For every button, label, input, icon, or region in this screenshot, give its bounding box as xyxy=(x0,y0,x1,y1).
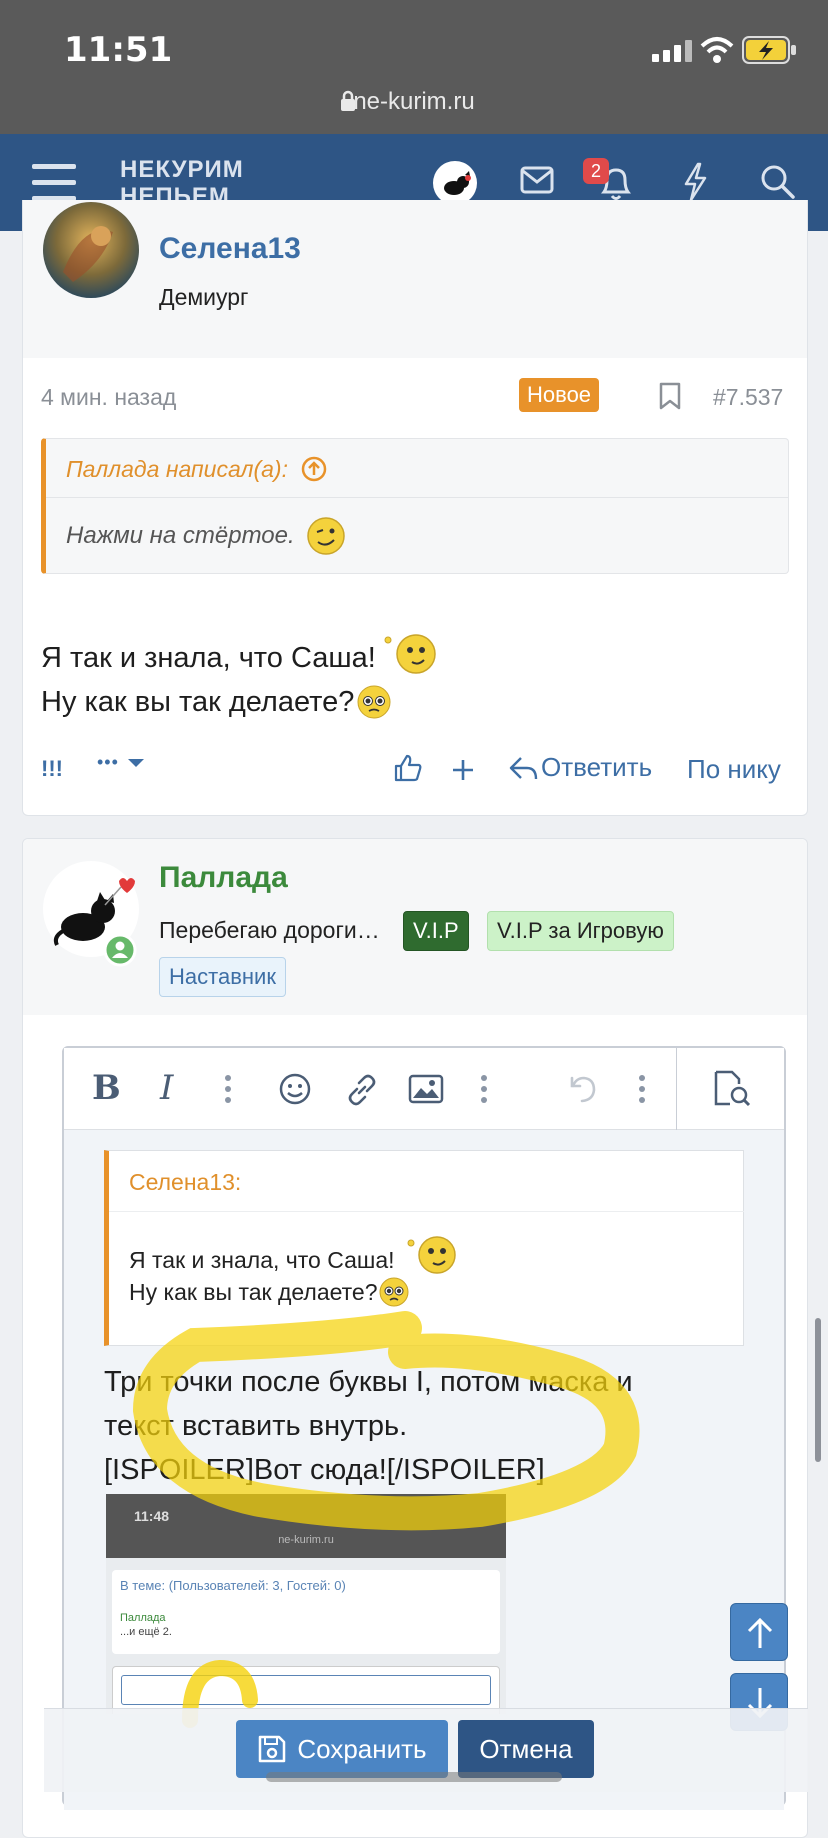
save-label: Сохранить xyxy=(297,1734,427,1764)
arrow-up-icon xyxy=(747,1617,773,1648)
scroll-up-button[interactable] xyxy=(730,1603,788,1661)
page-scrollbar[interactable] xyxy=(815,1318,821,1462)
highlight-annotation xyxy=(132,1311,640,1728)
home-indicator[interactable] xyxy=(266,1772,562,1782)
save-button[interactable]: Сохранить xyxy=(236,1720,448,1778)
save-icon xyxy=(259,1735,286,1763)
cancel-button[interactable]: Отмена xyxy=(458,1720,594,1778)
